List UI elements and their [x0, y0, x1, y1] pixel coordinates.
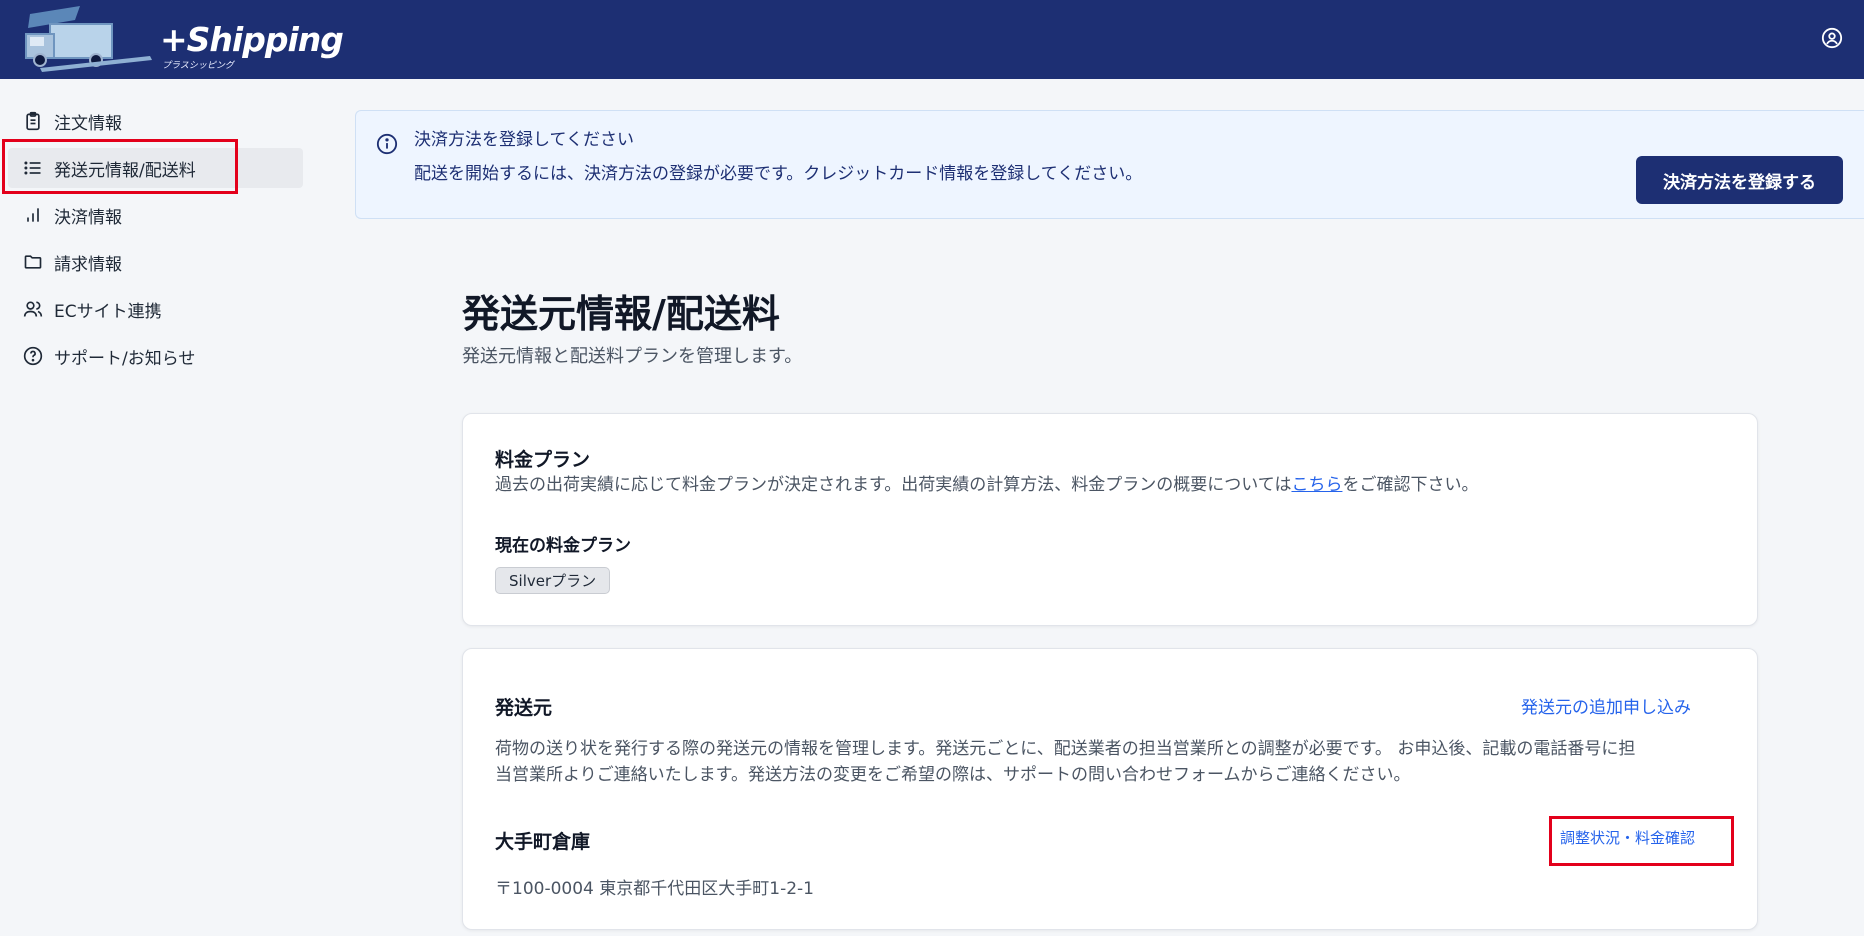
warehouse-address: 〒100-0004 東京都千代田区大手町1-2-1 — [495, 879, 814, 899]
bar-chart-icon — [22, 204, 44, 226]
payment-alert: 決済方法を登録してください 配送を開始するには、決済方法の登録が必要です。クレジ… — [355, 110, 1864, 219]
list-icon — [22, 157, 44, 179]
plan-card: 料金プラン 過去の出荷実績に応じて料金プランが決定されます。出荷実績の計算方法、… — [462, 413, 1758, 626]
sidebar-item-label: 注文情報 — [54, 113, 122, 134]
folder-icon — [22, 251, 44, 273]
add-origin-link[interactable]: 発送元の追加申し込み — [1521, 693, 1691, 718]
alert-body: 配送を開始するには、決済方法の登録が必要です。クレジットカード情報を登録してくだ… — [414, 164, 1143, 184]
sidebar-item-ec-integration[interactable]: ECサイト連携 — [8, 289, 303, 329]
users-icon — [22, 298, 44, 320]
sidebar-item-label: 決済情報 — [54, 207, 122, 228]
register-payment-button[interactable]: 決済方法を登録する — [1636, 156, 1843, 204]
sidebar-item-label: サポート/お知らせ — [54, 348, 196, 369]
help-circle-icon — [22, 345, 44, 367]
current-plan-badge: Silverプラン — [495, 567, 611, 594]
app-header: +Shipping プラスシッピング — [0, 0, 1864, 79]
sidebar-item-shipping-origin[interactable]: 発送元情報/配送料 — [8, 148, 303, 188]
info-icon — [376, 133, 400, 157]
logo-subtext: プラスシッピング — [162, 61, 234, 71]
plan-details-link[interactable]: こちら — [1291, 475, 1342, 495]
sidebar-item-label: ECサイト連携 — [54, 301, 162, 322]
logo[interactable]: +Shipping プラスシッピング — [20, 6, 344, 72]
sidebar-item-payment[interactable]: 決済情報 — [8, 195, 303, 235]
clipboard-icon — [22, 110, 44, 132]
page-title: 発送元情報/配送料 — [462, 292, 780, 336]
status-check-link[interactable]: 調整状況・料金確認 — [1550, 816, 1705, 858]
sidebar-item-label: 発送元情報/配送料 — [54, 160, 196, 181]
page-subtitle: 発送元情報と配送料プランを管理します。 — [462, 346, 803, 367]
warehouse-name: 大手町倉庫 — [495, 831, 591, 853]
sidebar-item-billing[interactable]: 請求情報 — [8, 242, 303, 282]
truck-logo-icon — [25, 6, 152, 72]
account-circle-icon — [1821, 27, 1843, 49]
plan-card-title: 料金プラン — [495, 449, 591, 471]
sidebar-item-label: 請求情報 — [54, 254, 122, 275]
plan-card-description: 過去の出荷実績に応じて料金プランが決定されます。出荷実績の計算方法、料金プランの… — [495, 475, 1479, 495]
origin-card-title: 発送元 — [495, 697, 553, 719]
sidebar-item-support[interactable]: サポート/お知らせ — [8, 336, 303, 376]
origin-card-description: 荷物の送り状を発行する際の発送元の情報を管理します。発送元ごとに、配送業者の担当… — [495, 739, 1636, 785]
current-plan-label: 現在の料金プラン — [495, 536, 631, 556]
sidebar-item-orders[interactable]: 注文情報 — [8, 101, 303, 141]
origin-card: 発送元 発送元の追加申し込み 荷物の送り状を発行する際の発送元の情報を管理します… — [462, 648, 1758, 930]
account-button[interactable] — [1818, 24, 1846, 52]
alert-title: 決済方法を登録してください — [414, 130, 634, 150]
logo-text: +Shipping — [160, 20, 344, 59]
